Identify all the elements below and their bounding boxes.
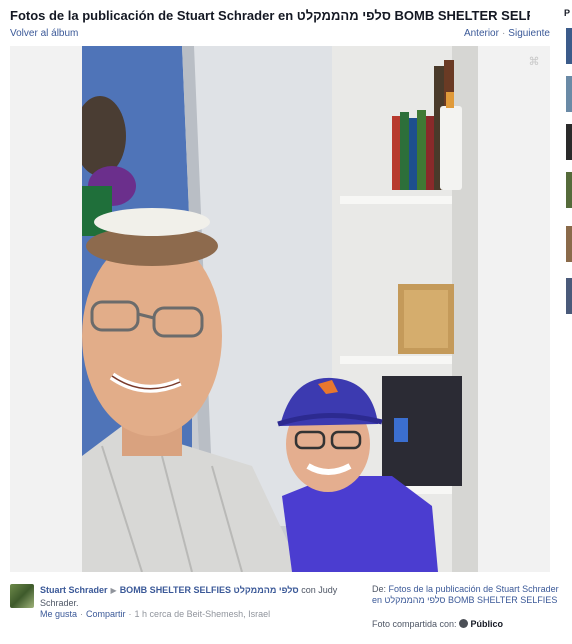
action-separator: · (80, 609, 84, 619)
album-name-link[interactable]: BOMB SHELTER SELFIES סלפי מהממקלט (120, 585, 299, 595)
thumbnail[interactable] (566, 172, 572, 208)
thumbnail[interactable] (566, 278, 572, 314)
page-title: Fotos de la publicación de Stuart Schrad… (10, 8, 530, 23)
from-prefix: De: (372, 584, 387, 594)
globe-icon (458, 619, 468, 628)
right-column-heading: P (564, 8, 571, 18)
thumbnail[interactable] (566, 226, 572, 262)
pager-separator: · (501, 28, 506, 39)
thumbnail[interactable] (566, 76, 572, 112)
share-button[interactable]: Compartir (86, 609, 126, 619)
photo-footer: Stuart Schrader ▶ BOMB SHELTER SELFIES סלפ… (10, 580, 562, 644)
shared-with-label: Foto compartida con: (372, 619, 457, 629)
thumbnail[interactable] (566, 28, 572, 64)
like-button[interactable]: Me gusta (40, 609, 77, 619)
avatar[interactable] (10, 584, 34, 608)
album-source: De: Fotos de la publicación de Stuart Sc… (372, 584, 562, 606)
selfie-photo-illustration (82, 46, 478, 572)
thumbnail[interactable] (566, 124, 572, 160)
photo[interactable] (82, 46, 478, 572)
photo-stage[interactable]: ⌘ (10, 46, 550, 572)
tag-photo-icon[interactable]: ⌘ (528, 56, 540, 68)
audience-selector[interactable]: Público (471, 619, 504, 629)
action-separator: · (128, 609, 132, 619)
post-meta: 1 h cerca de Beit-Shemesh, Israel (134, 609, 271, 619)
photo-pager: Anterior · Siguiente (464, 28, 550, 39)
next-link[interactable]: Siguiente (508, 28, 550, 39)
source-album-link[interactable]: Fotos de la publicación de Stuart Schrad… (372, 584, 559, 605)
poster-line: Stuart Schrader ▶ BOMB SHELTER SELFIES סלפ… (40, 584, 362, 609)
right-column-strip: P (562, 0, 572, 644)
privacy-info: Foto compartida con: Público (372, 619, 503, 629)
post-actions: Me gusta · Compartir · 1 h cerca de Beit-She… (40, 609, 270, 619)
previous-link[interactable]: Anterior (464, 28, 499, 39)
back-to-album-link[interactable]: Volver al álbum (10, 28, 78, 39)
arrow-right-icon: ▶ (110, 586, 117, 595)
poster-name-link[interactable]: Stuart Schrader (40, 585, 108, 595)
